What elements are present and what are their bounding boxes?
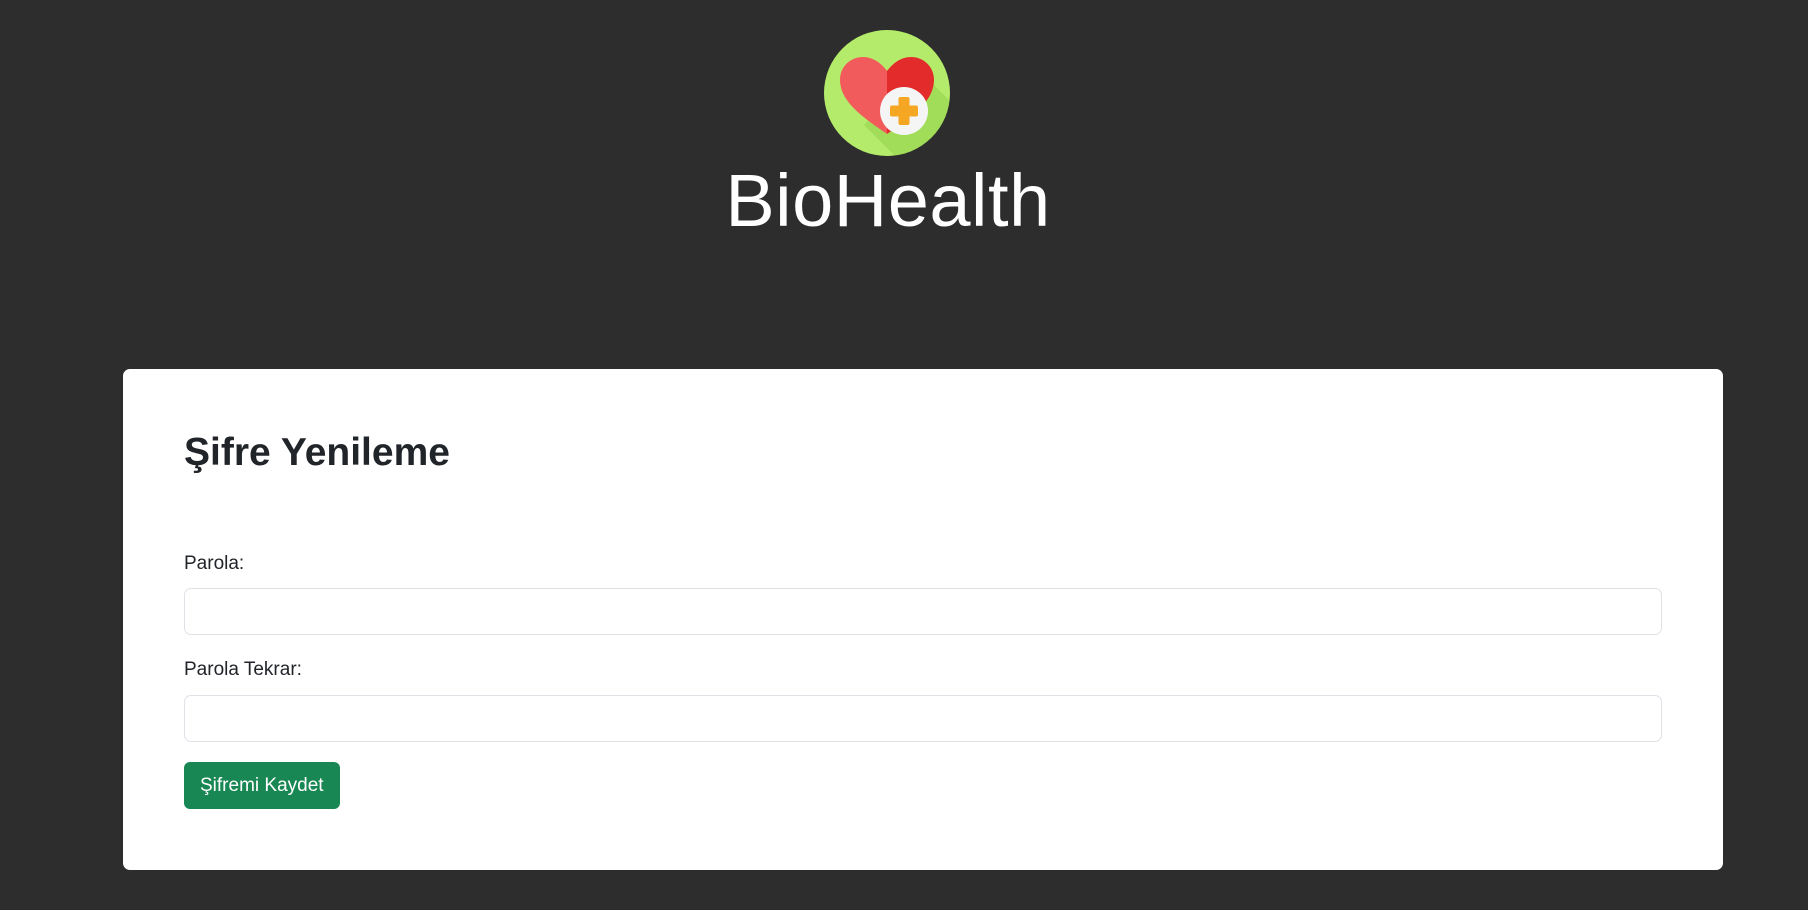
password-label: Parola: — [184, 553, 245, 574]
page-header: BioHealth — [0, 0, 1808, 300]
password-repeat-label: Parola Tekrar: — [184, 659, 302, 680]
brand-title: BioHealth — [725, 159, 1051, 242]
password-repeat-input[interactable] — [184, 695, 1662, 742]
password-reset-card: Şifre Yenileme Parola: Parola Tekrar: Şi… — [123, 369, 1723, 870]
password-input[interactable] — [184, 588, 1662, 635]
save-password-button[interactable]: Şifremi Kaydet — [184, 762, 340, 809]
page-title: Şifre Yenileme — [184, 431, 450, 474]
heart-plus-icon — [824, 30, 950, 156]
